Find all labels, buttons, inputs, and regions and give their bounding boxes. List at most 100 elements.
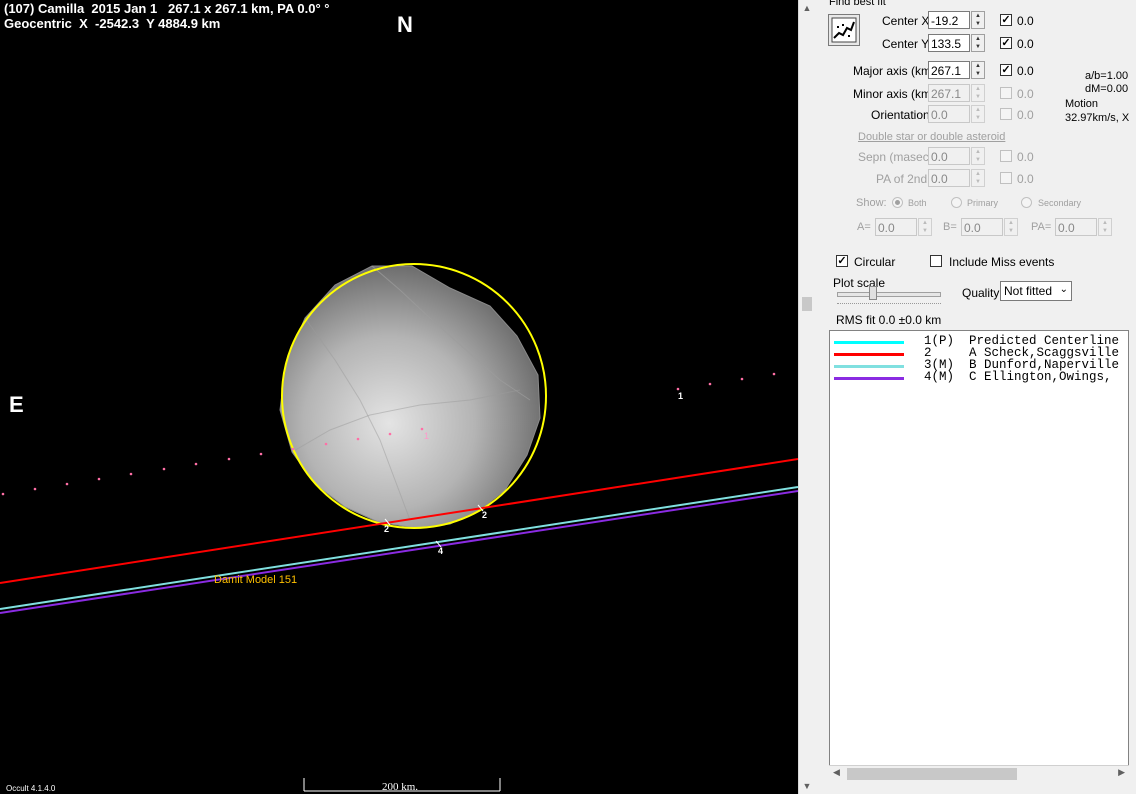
orientation-spinner[interactable]: ▲ ▼ [971,105,985,123]
minor-axis-spinner[interactable]: ▲ ▼ [971,84,985,102]
east-label: E [9,392,24,417]
fit-settings-panel: Find best fit Center X -19.2 ▲ ▼ ✓ 0.0 Ce… [815,0,1136,794]
center-label-1: 1 [424,431,430,441]
minor-axis-checkbox[interactable] [1000,87,1012,99]
pa-spinner[interactable]: ▲ ▼ [1098,218,1112,236]
minor-axis-input[interactable]: 267.1 [928,84,970,102]
double-star-link[interactable]: Double star or double asteroid [858,131,1005,143]
legend-text: 4(M) C Ellington,Owings, [924,370,1112,384]
find-best-fit-label: Find best fit [829,0,886,8]
center-x-fixed-value: 0.0 [1017,14,1034,28]
pa-second-input[interactable]: 0.0 [928,169,970,187]
include-miss-checkbox[interactable] [930,255,942,267]
center-x-checkbox[interactable]: ✓ [1000,14,1012,26]
major-axis-checkbox[interactable]: ✓ [1000,64,1012,76]
major-axis-input[interactable]: 267.1 [928,61,970,79]
a-spinner[interactable]: ▲ ▼ [918,218,932,236]
a-input[interactable]: 0.0 [875,218,917,236]
orientation-fixed-value: 0.0 [1017,108,1034,122]
center-y-label: Center Y [882,37,930,51]
legend-line [834,353,904,356]
show-primary-label: Primary [967,198,998,208]
show-secondary-label: Secondary [1038,198,1082,208]
show-label: Show: [856,197,887,209]
version-label: Occult 4.1.4.0 [6,784,56,793]
quality-dropdown[interactable]: Not fitted ⌄ [1000,281,1072,301]
pa-second-fixed-value: 0.0 [1017,172,1034,186]
pa-second-spinner[interactable]: ▲ ▼ [971,169,985,187]
legend-line [834,365,904,368]
pa-input[interactable]: 0.0 [1055,218,1097,236]
center-x-spinner[interactable]: ▲ ▼ [971,11,985,29]
scrollbar-thumb[interactable] [802,297,812,311]
quality-label: Quality [962,286,1000,300]
plot-scale-ticks [837,303,941,307]
center-y-fixed-value: 0.0 [1017,37,1034,51]
center-x-label: Center X [882,14,930,28]
show-primary-radio[interactable] [951,197,962,208]
separation-label: Sepn (masec) [858,150,933,164]
rms-fit-label: RMS fit 0.0 ±0.0 km [836,313,942,327]
pa-second-label: PA of 2nd [876,172,928,186]
occultation-plot[interactable]: (107) Camilla 2015 Jan 1 267.1 x 267.1 k… [0,0,798,794]
include-miss-label: Include Miss events [949,255,1055,269]
scroll-right-arrow-icon[interactable]: ▶ [1118,767,1125,778]
separation-spinner[interactable]: ▲ ▼ [971,147,985,165]
major-axis-fixed-value: 0.0 [1017,64,1034,78]
b-spinner[interactable]: ▲ ▼ [1004,218,1018,236]
a-label: A= [857,221,871,233]
pa-label: PA= [1031,221,1052,233]
plot-scale-track[interactable] [837,292,941,297]
circular-label: Circular [854,255,896,269]
fit-chart-icon [831,17,857,43]
plot-scale-label: Plot scale [833,276,886,290]
model-label: Damit Model 151 [214,574,298,586]
chord-label-1: 1 [678,391,684,401]
plot-vertical-scrollbar[interactable]: ▲ ▼ [798,0,816,794]
separation-checkbox[interactable] [1000,150,1012,162]
observer-legend[interactable]: 1(P) Predicted Centerline 2 A Scheck,Sca… [829,330,1129,782]
minor-axis-fixed-value: 0.0 [1017,87,1034,101]
chord-label-4: 4 [438,546,444,556]
chevron-down-icon: ⌄ [1059,284,1068,295]
legend-horizontal-scrollbar[interactable]: ◀ ▶ [829,765,1129,782]
show-both-label: Both [908,198,927,208]
plot-scale-slider-thumb[interactable] [869,286,877,300]
orientation-checkbox[interactable] [1000,108,1012,120]
b-label: B= [943,221,957,233]
major-axis-spinner[interactable]: ▲ ▼ [971,61,985,79]
motion-label: Motion [1065,98,1099,110]
center-x-input[interactable]: -19.2 [928,11,970,29]
scroll-down-arrow-icon[interactable]: ▼ [801,780,813,792]
scroll-up-arrow-icon[interactable]: ▲ [801,2,813,14]
quality-value: Not fitted [1004,284,1053,298]
b-input[interactable]: 0.0 [961,218,1003,236]
center-y-checkbox[interactable]: ✓ [1000,37,1012,49]
plot-title: (107) Camilla 2015 Jan 1 267.1 x 267.1 k… [4,1,330,16]
legend-row[interactable]: 4(M) C Ellington,Owings, [830,370,1128,384]
north-label: N [397,12,413,37]
chord-label-2a: 2 [384,524,390,534]
scale-label: 200 km. [382,781,419,793]
orientation-input[interactable]: 0.0 [928,105,970,123]
circular-checkbox[interactable]: ✓ [836,255,848,267]
separation-input[interactable]: 0.0 [928,147,970,165]
geocentric-coordinates: Geocentric X -2542.3 Y 4884.9 km [4,16,221,31]
separation-fixed-value: 0.0 [1017,150,1034,164]
legend-line [834,341,904,344]
pa-second-checkbox[interactable] [1000,172,1012,184]
legend-scrollbar-thumb[interactable] [847,768,1017,780]
delta-magnitude: dM=0.00 [1085,83,1129,95]
scroll-left-arrow-icon[interactable]: ◀ [833,767,840,778]
find-best-fit-button[interactable] [828,14,860,46]
chord-label-2b: 2 [482,510,488,520]
axis-ratio: a/b=1.00 [1085,70,1129,82]
motion-value: 32.97km/s, X [1065,112,1130,124]
show-both-radio[interactable] [892,197,903,208]
center-y-spinner[interactable]: ▲ ▼ [971,34,985,52]
legend-line [834,377,904,380]
show-secondary-radio[interactable] [1021,197,1032,208]
center-y-input[interactable]: 133.5 [928,34,970,52]
major-axis-label: Major axis (km) [853,64,936,78]
minor-axis-label: Minor axis (km) [853,87,936,101]
